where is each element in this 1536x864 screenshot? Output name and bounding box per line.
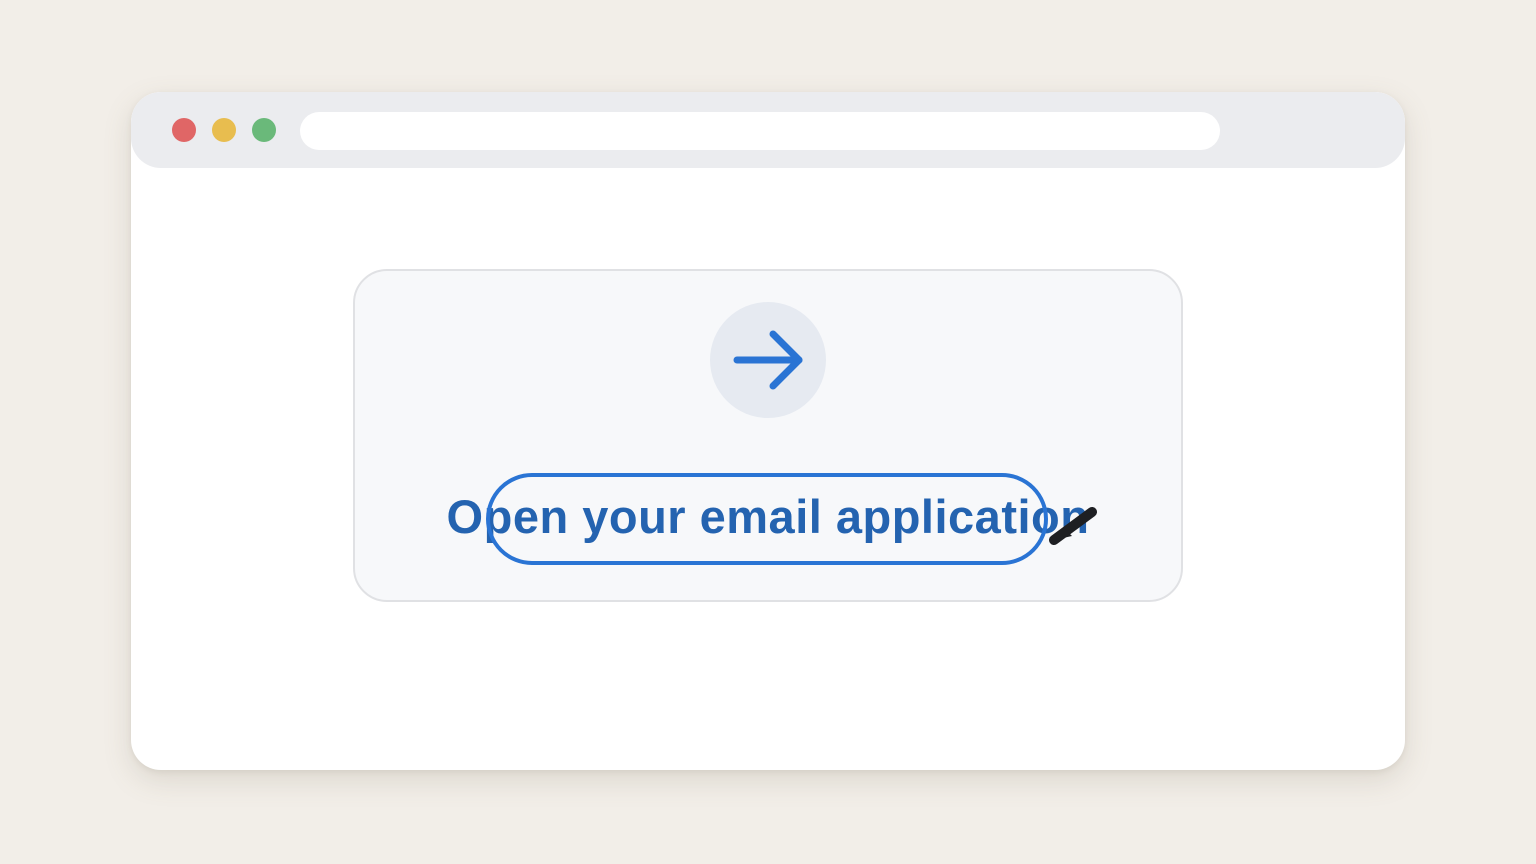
close-window-button[interactable] xyxy=(172,118,196,142)
highlight-ring xyxy=(486,473,1048,565)
title-bar xyxy=(131,92,1405,168)
instruction-card: Open your email application xyxy=(353,269,1183,602)
browser-window: Open your email application xyxy=(131,92,1405,770)
pen-cursor-icon xyxy=(1049,507,1097,545)
maximize-window-button[interactable] xyxy=(252,118,276,142)
address-bar[interactable] xyxy=(300,112,1220,150)
minimize-window-button[interactable] xyxy=(212,118,236,142)
arrow-right-icon xyxy=(733,330,803,390)
arrow-icon-badge xyxy=(710,302,826,418)
